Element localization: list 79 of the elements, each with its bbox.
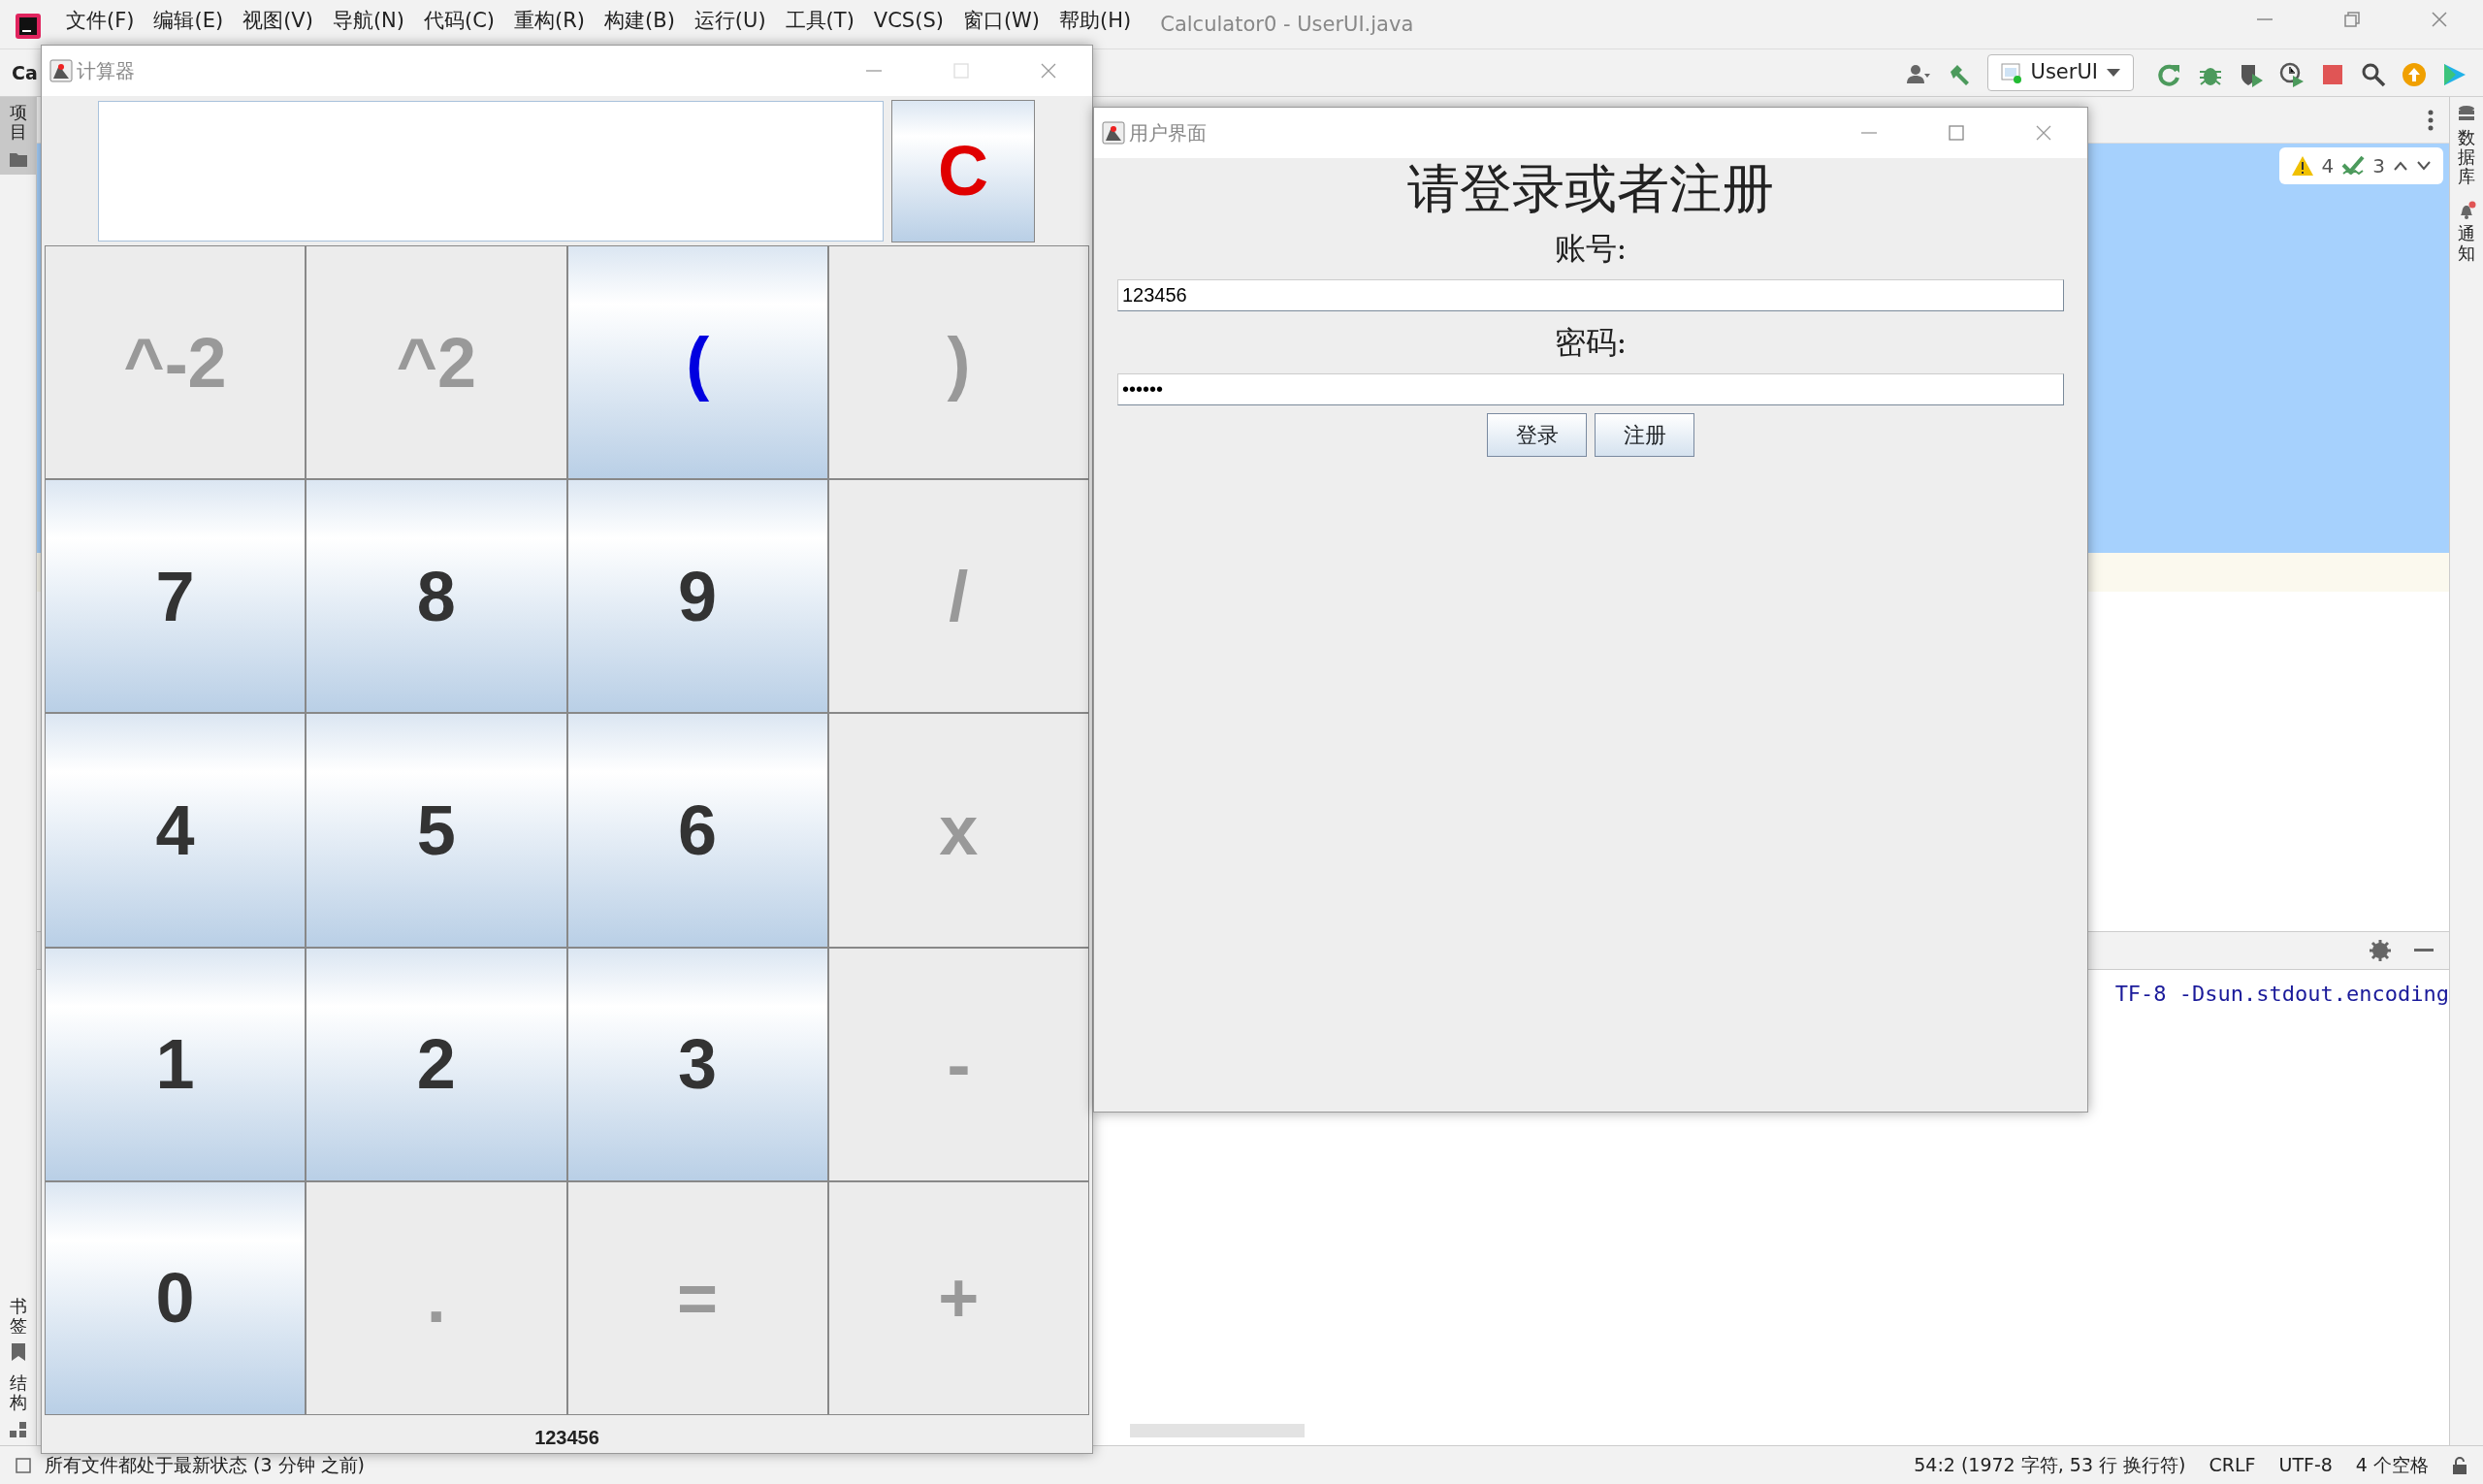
lock-icon[interactable] [2452, 1456, 2467, 1474]
window-title: 计算器 [77, 58, 135, 84]
restore-icon[interactable] [2342, 10, 2362, 29]
settings-icon[interactable] [2370, 940, 2391, 961]
structure-icon [8, 1420, 28, 1439]
calculator-key[interactable]: 9 [566, 479, 828, 714]
search-icon[interactable] [2361, 61, 2386, 87]
inspection-widget[interactable]: 4 3 [2278, 147, 2443, 184]
calculator-key[interactable]: 1 [45, 947, 306, 1181]
passed-count: 3 [2372, 153, 2385, 179]
menu-item[interactable]: 编辑(E) [144, 10, 234, 33]
clear-button[interactable]: C [891, 99, 1035, 242]
menu-item[interactable]: 工具(T) [775, 10, 864, 33]
calculator-key[interactable]: 5 [306, 713, 567, 948]
more-icon[interactable] [2428, 108, 2434, 132]
password-label: 密码: [1554, 322, 1628, 363]
status-message: 所有文件都处于最新状态 (3 分钟 之前) [45, 1453, 366, 1478]
window-title: Calculator0 - UserUI.java [1160, 12, 1414, 38]
calculator-key[interactable]: 2 [306, 947, 567, 1181]
maximize-icon [952, 62, 970, 80]
profiler-icon[interactable] [2279, 61, 2305, 87]
calculator-key[interactable]: 7 [45, 479, 306, 714]
menu-item[interactable]: 构建(B) [595, 10, 685, 33]
status-item[interactable]: 54:2 (1972 字符, 53 行 换行符) [1914, 1451, 2186, 1479]
tool-window-tab[interactable]: 数据库 [2457, 105, 2476, 186]
tool-window-tab[interactable]: 书签 [0, 1290, 36, 1369]
calculator-key[interactable]: 4 [45, 713, 306, 948]
result-label: 123456 [533, 1426, 600, 1450]
close-icon[interactable] [2430, 10, 2449, 29]
menu-item[interactable]: 重构(R) [504, 10, 596, 33]
calculator-key[interactable]: 0 [45, 1180, 306, 1415]
chevron-up-icon[interactable] [2393, 160, 2408, 172]
form-button[interactable]: 登录 [1487, 412, 1587, 457]
menu-item[interactable]: 帮助(H) [1049, 10, 1142, 33]
account-field[interactable]: 123456 [1117, 278, 2064, 311]
update-icon[interactable] [2402, 61, 2427, 87]
calculator-key[interactable]: 6 [566, 713, 828, 948]
login-heading: 请登录或者注册 [1407, 158, 1774, 221]
project-name: Ca [12, 63, 38, 82]
menu-item[interactable]: VCS(S) [863, 10, 953, 33]
tool-window-tab[interactable]: 通知 [2457, 201, 2476, 263]
warning-count: 4 [2321, 153, 2335, 179]
status-item[interactable]: 4 个空格 [2355, 1451, 2429, 1479]
password-field[interactable]: •••••• [1117, 372, 2064, 405]
minimize-icon[interactable] [2414, 949, 2434, 952]
menu-item[interactable]: 视图(V) [233, 10, 323, 33]
menu-item[interactable]: 文件(F) [56, 10, 145, 33]
toolbox-logo-icon[interactable] [2442, 61, 2467, 87]
maximize-icon[interactable] [1948, 124, 1965, 142]
status-item[interactable]: UTF-8 [2278, 1451, 2333, 1479]
calculator-key[interactable]: 3 [566, 947, 828, 1181]
display-field[interactable] [98, 100, 884, 242]
close-icon[interactable] [2035, 124, 2052, 142]
app-icon [1102, 121, 1125, 145]
warning-icon [2290, 155, 2314, 177]
status-item[interactable]: CRLF [2209, 1451, 2256, 1479]
panel-icon[interactable] [16, 1457, 31, 1473]
run-config-name: UserUI [2030, 59, 2098, 86]
close-icon[interactable] [1040, 62, 1057, 80]
calculator-key[interactable]: 8 [306, 479, 567, 714]
account-label: 账号: [1554, 228, 1628, 269]
app-logo-icon[interactable] [16, 13, 41, 39]
window-icon [1999, 61, 2023, 84]
menu-item[interactable]: 窗口(W) [952, 10, 1050, 33]
console-output: TF-8 -Dsun.stdout.encoding [2114, 981, 2449, 1008]
calculator-key[interactable]: ( [566, 245, 828, 480]
caret-icon [2106, 68, 2121, 78]
menu-item[interactable]: 运行(U) [684, 10, 776, 33]
chevron-down-icon[interactable] [2416, 160, 2432, 172]
menu-item[interactable]: 代码(C) [414, 10, 505, 33]
window-title: 用户界面 [1129, 120, 1207, 146]
tool-window-tab[interactable]: 项目 [0, 97, 36, 175]
form-button[interactable]: 注册 [1595, 412, 1694, 457]
scrollbar[interactable] [1130, 1424, 1305, 1437]
check-icon [2341, 155, 2366, 177]
run-config-dropdown[interactable]: UserUI [1986, 54, 2134, 91]
app-icon [49, 59, 73, 82]
menu-item[interactable]: 导航(N) [322, 10, 414, 33]
tool-window-tab[interactable]: 结构 [0, 1368, 36, 1445]
